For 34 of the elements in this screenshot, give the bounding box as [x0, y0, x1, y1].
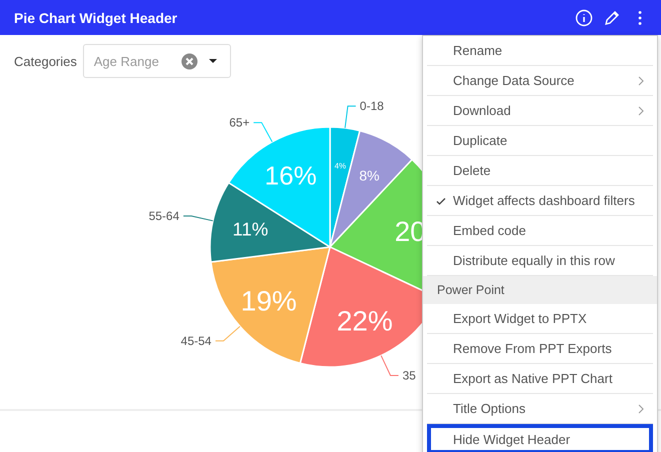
slice-percent-label: 4%: [334, 162, 346, 171]
menu-item[interactable]: Export Widget to PPTX: [427, 304, 653, 334]
menu-item[interactable]: Change Data Source: [427, 66, 653, 96]
leader-line: [344, 106, 356, 128]
leader-line: [253, 122, 273, 142]
menu-item[interactable]: Embed code: [427, 216, 653, 246]
filter-label: Categories: [14, 54, 77, 68]
category-label: 35: [402, 368, 416, 382]
menu-item[interactable]: Title Options: [427, 394, 653, 424]
menu-item[interactable]: Download: [427, 96, 653, 126]
menu-item[interactable]: Delete: [427, 156, 653, 186]
menu-item[interactable]: Duplicate: [427, 126, 653, 156]
info-icon[interactable]: [575, 8, 593, 26]
slice-percent-label: 16%: [264, 160, 317, 190]
category-label: 45-54: [180, 334, 212, 348]
clear-icon[interactable]: [180, 52, 198, 70]
widget-title: Pie Chart Widget Header: [14, 10, 178, 26]
leader-line: [182, 216, 214, 222]
category-label: 0-18: [360, 99, 384, 114]
category-label: 55-64: [148, 209, 180, 224]
menu-item[interactable]: Hide Widget Header: [427, 424, 653, 452]
slice-percent-label: 22%: [336, 305, 393, 336]
menu-item[interactable]: Export as Native PPT Chart: [427, 364, 653, 394]
menu-section-header: Power Point: [423, 276, 657, 304]
slice-percent-label: 11%: [232, 218, 268, 240]
menu-item[interactable]: Rename: [427, 36, 653, 66]
slice-percent-label: 19%: [240, 285, 297, 316]
pencil-icon[interactable]: [603, 8, 621, 26]
category-label: 65+: [229, 116, 250, 130]
leader-line: [214, 326, 240, 342]
slice-percent-label: 8%: [359, 168, 380, 184]
leader-line: [380, 355, 399, 376]
menu-item[interactable]: Remove From PPT Exports: [427, 334, 653, 364]
menu-item[interactable]: Widget affects dashboard filters: [427, 186, 653, 216]
